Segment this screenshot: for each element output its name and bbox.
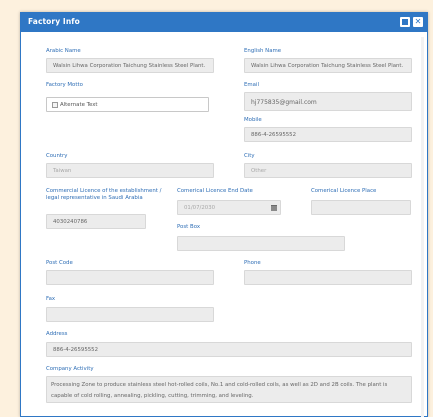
commercial-licence-value: 4030240786	[53, 219, 88, 225]
licence-end-date-value: 01/07/2030	[184, 205, 216, 211]
city-field[interactable]: Other	[244, 163, 412, 178]
factory-info-dialog: Factory Info ✕ Arabic Name Walsin Lihwa …	[20, 12, 428, 417]
factory-motto-image: Alternate Text	[46, 97, 209, 112]
email-field[interactable]: hj775835@gmail.com	[244, 92, 412, 111]
arabic-name-value: Walsin Lihwa Corporation Taichung Stainl…	[53, 63, 206, 69]
fax-label: Fax	[46, 296, 56, 302]
close-icon[interactable]: ✕	[413, 17, 423, 27]
address-value: 886-4-26595552	[53, 347, 99, 353]
company-activity-field[interactable]: Processing Zone to produce stainless ste…	[46, 376, 412, 403]
country-value: Taiwan	[53, 168, 72, 174]
country-label: Country	[46, 153, 68, 159]
dialog-titlebar: Factory Info ✕	[21, 13, 427, 32]
city-value: Other	[251, 168, 267, 174]
post-box-label: Post Box	[177, 224, 201, 230]
fax-field[interactable]	[46, 307, 214, 322]
factory-motto-label: Factory Motto	[46, 82, 83, 88]
calendar-icon[interactable]	[271, 205, 277, 211]
address-field[interactable]: 886-4-26595552	[46, 342, 412, 357]
mobile-field[interactable]: 886-4-26595552	[244, 127, 412, 142]
dialog-title: Factory Info	[28, 17, 80, 26]
broken-image-icon	[52, 102, 58, 108]
post-box-field[interactable]	[177, 236, 345, 251]
email-label: Email	[244, 82, 259, 88]
post-code-field[interactable]	[46, 270, 214, 285]
country-field[interactable]: Taiwan	[46, 163, 214, 178]
factory-motto-alt-text: Alternate Text	[60, 102, 98, 108]
company-activity-value: Processing Zone to produce stainless ste…	[51, 382, 388, 399]
maximize-icon[interactable]	[400, 17, 410, 27]
licence-end-date-label: Comerical Licence End Date	[177, 188, 253, 194]
phone-field[interactable]	[244, 270, 412, 285]
phone-label: Phone	[244, 260, 261, 266]
english-name-field[interactable]: Walsin Lihwa Corporation Taichung Stainl…	[244, 58, 412, 73]
address-label: Address	[46, 331, 68, 337]
licence-end-date-field[interactable]: 01/07/2030	[177, 200, 281, 215]
city-label: City	[244, 153, 255, 159]
commercial-licence-field[interactable]: 4030240786	[46, 214, 146, 229]
english-name-value: Walsin Lihwa Corporation Taichung Stainl…	[251, 63, 404, 69]
arabic-name-label: Arabic Name	[46, 48, 81, 54]
licence-place-field[interactable]	[311, 200, 411, 215]
licence-place-label: Comerical Licence Place	[311, 188, 377, 194]
email-value: hj775835@gmail.com	[251, 99, 317, 106]
english-name-label: English Name	[244, 48, 282, 54]
arabic-name-field[interactable]: Walsin Lihwa Corporation Taichung Stainl…	[46, 58, 214, 73]
post-code-label: Post Code	[46, 260, 73, 266]
company-activity-label: Company Activity	[46, 366, 94, 372]
dialog-scrollbar[interactable]	[421, 37, 424, 417]
commercial-licence-label: Commercial Licence of the establishment …	[46, 188, 162, 201]
mobile-value: 886-4-26595552	[251, 132, 297, 138]
mobile-label: Mobile	[244, 117, 262, 123]
